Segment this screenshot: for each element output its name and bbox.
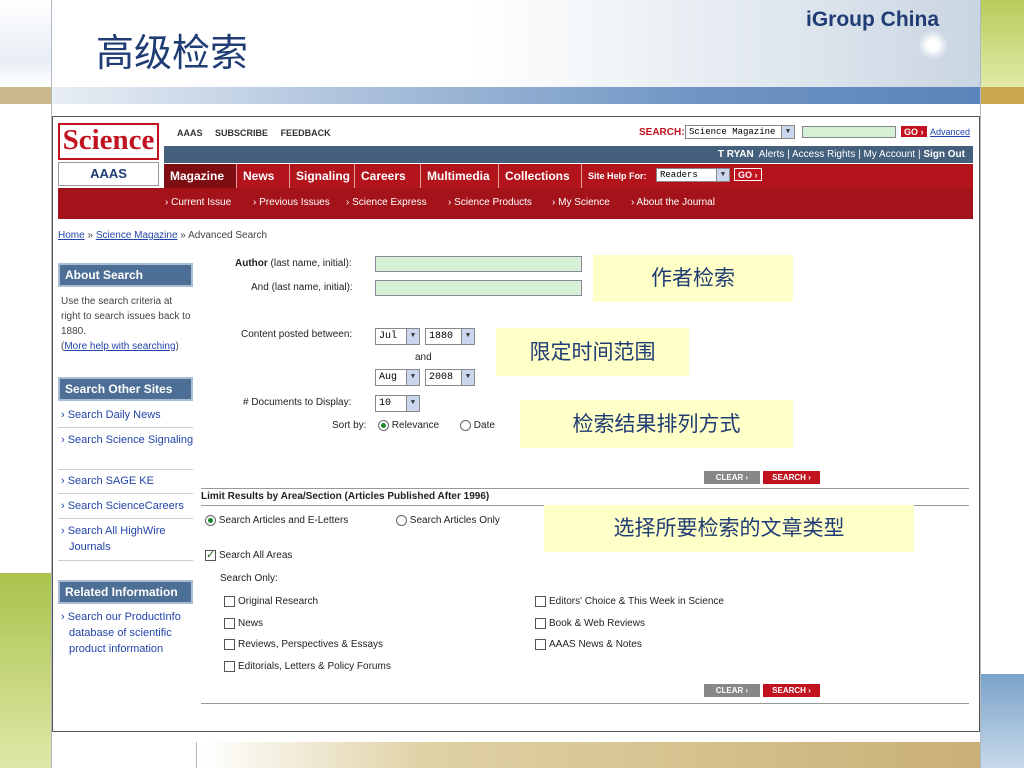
tab-signaling[interactable]: Signaling [290, 164, 355, 188]
link-productinfo[interactable]: › Search our ProductInfo database of sci… [61, 609, 194, 657]
top-link-feedback[interactable]: FEEDBACK [281, 128, 331, 138]
link-science-signaling[interactable]: › Search Science Signaling [61, 432, 194, 448]
chevron-down-icon: ▼ [781, 126, 794, 138]
header-band [52, 87, 980, 104]
link-sage-ke[interactable]: › Search SAGE KE [61, 473, 194, 489]
subnav-about-journal[interactable]: › About the Journal [631, 197, 715, 208]
subnav-previous-issues[interactable]: › Previous Issues [253, 197, 330, 208]
sign-out-link[interactable]: Sign Out [923, 149, 965, 160]
scope-articles-radio[interactable]: Search Articles Only [396, 515, 500, 526]
chevron-down-icon: ▼ [716, 169, 729, 181]
author-label: Author (last name, initial): [235, 258, 352, 269]
breadcrumb-home[interactable]: Home [58, 230, 85, 241]
user-name: T RYAN [717, 149, 754, 160]
link-science-careers[interactable]: › Search ScienceCareers [61, 498, 194, 514]
link-daily-news[interactable]: › Search Daily News [61, 407, 194, 423]
sort-by-label: Sort by: [332, 420, 367, 431]
section-checkbox[interactable]: News [224, 618, 263, 629]
search-only-label: Search Only: [220, 573, 278, 584]
breadcrumb-current: Advanced Search [188, 230, 268, 241]
user-bar: T RYAN Alerts | Access Rights | My Accou… [164, 146, 973, 163]
sub-nav: › Current Issue › Previous Issues › Scie… [58, 188, 973, 219]
scope-all-radio[interactable]: Search Articles and E-Letters [205, 515, 348, 526]
section-checkbox[interactable]: Book & Web Reviews [535, 618, 645, 629]
posted-between-label: Content posted between: [241, 329, 353, 340]
annotation-time: 限定时间范围 [496, 328, 689, 376]
top-link-subscribe[interactable]: SUBSCRIBE [215, 128, 268, 138]
science-logo[interactable]: Science [58, 123, 159, 160]
tab-collections[interactable]: Collections [499, 164, 582, 188]
subnav-my-science[interactable]: › My Science [552, 197, 610, 208]
annotation-author: 作者检索 [593, 255, 793, 302]
section-checkbox[interactable]: Editors' Choice & This Week in Science [535, 596, 724, 607]
docs-display-select[interactable]: 10 ▼ [375, 395, 420, 412]
other-sites-heading: Search Other Sites [58, 377, 193, 401]
from-month-select[interactable]: Jul ▼ [375, 328, 420, 345]
search-label: SEARCH: [639, 127, 685, 138]
section-checkbox[interactable]: AAAS News & Notes [535, 639, 642, 650]
section-checkbox[interactable]: Original Research [224, 596, 318, 607]
and-author-input[interactable] [375, 280, 582, 296]
site-help-label: Site Help For: [588, 171, 647, 181]
slide: 高级检索 iGroup China Science AAAS AAAS SUBS… [0, 0, 1024, 768]
left-decoration [0, 0, 51, 768]
aaas-logo[interactable]: AAAS [58, 162, 159, 186]
advanced-link[interactable]: Advanced [930, 127, 970, 137]
slide-title: 高级检索 [96, 31, 249, 75]
sort-date-radio[interactable]: Date [460, 420, 495, 431]
clear-button[interactable]: CLEAR › [704, 471, 760, 484]
limit-results-title: Limit Results by Area/Section (Articles … [201, 491, 490, 502]
author-input[interactable] [375, 256, 582, 272]
to-month-select[interactable]: Aug ▼ [375, 369, 420, 386]
tab-magazine[interactable]: Magazine [164, 164, 237, 188]
top-links: AAAS SUBSCRIBE FEEDBACK [177, 128, 341, 138]
breadcrumb: Home » Science Magazine » Advanced Searc… [58, 230, 268, 241]
top-link-aaas[interactable]: AAAS [177, 128, 203, 138]
clear-button-bottom[interactable]: CLEAR › [704, 684, 760, 697]
search-button[interactable]: SEARCH › [763, 471, 820, 484]
section-checkbox[interactable]: Reviews, Perspectives & Essays [224, 639, 383, 650]
sparkle-icon [918, 30, 948, 60]
subnav-science-express[interactable]: › Science Express [346, 197, 427, 208]
from-year-select[interactable]: 1880 ▼ [425, 328, 475, 345]
and-author-label: And (last name, initial): [251, 282, 353, 293]
go-button[interactable]: GO › [900, 125, 928, 138]
annotation-type: 选择所要检索的文章类型 [544, 505, 914, 552]
and-text: and [415, 352, 432, 363]
subnav-science-products[interactable]: › Science Products [448, 197, 532, 208]
site-help-select[interactable]: Readers ▼ [656, 168, 730, 182]
to-year-select[interactable]: 2008 ▼ [425, 369, 475, 386]
main-nav: Magazine News Signaling Careers Multimed… [164, 164, 973, 188]
section-checkbox[interactable]: Editorials, Letters & Policy Forums [224, 661, 391, 672]
brand-label: iGroup China [806, 8, 939, 31]
related-info-heading: Related Information [58, 580, 193, 604]
tab-careers[interactable]: Careers [355, 164, 421, 188]
about-search-text: Use the search criteria at right to sear… [61, 296, 191, 352]
annotation-sort: 检索结果排列方式 [520, 400, 793, 448]
docs-display-label: # Documents to Display: [243, 397, 352, 408]
tab-news[interactable]: News [237, 164, 290, 188]
help-link[interactable]: More help with searching [64, 341, 175, 352]
account-links[interactable]: Alerts | Access Rights | My Account | [759, 149, 921, 160]
search-button-bottom[interactable]: SEARCH › [763, 684, 820, 697]
site-help-go-button[interactable]: GO › [734, 168, 762, 181]
sort-relevance-radio[interactable]: Relevance [378, 420, 439, 431]
about-search-heading: About Search [58, 263, 193, 287]
tab-multimedia[interactable]: Multimedia [421, 164, 499, 188]
subnav-current-issue[interactable]: › Current Issue [165, 197, 231, 208]
search-scope-select[interactable]: Science Magazine ▼ [685, 125, 795, 139]
right-decoration [981, 0, 1024, 768]
screenshot-panel: Science AAAS AAAS SUBSCRIBE FEEDBACK SEA… [52, 116, 980, 732]
search-all-areas-checkbox[interactable]: Search All Areas [205, 548, 292, 561]
search-input[interactable] [802, 126, 896, 138]
link-highwire[interactable]: › Search All HighWire Journals [61, 523, 194, 555]
footer-band [52, 742, 980, 768]
breadcrumb-magazine[interactable]: Science Magazine [96, 230, 178, 241]
